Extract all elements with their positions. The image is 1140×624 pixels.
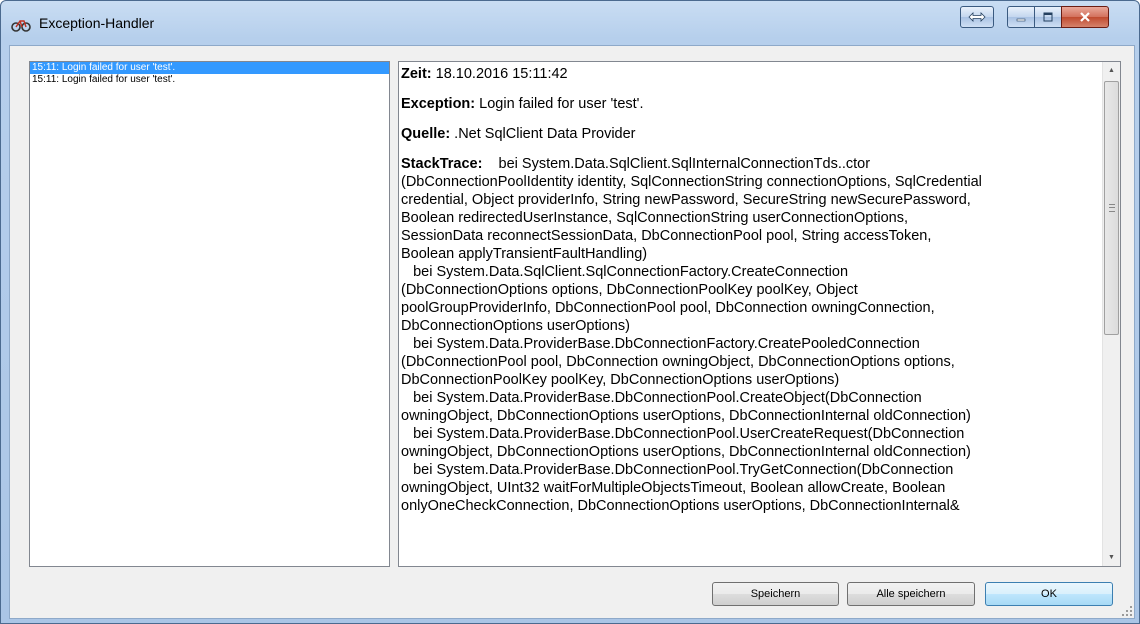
window-title: Exception-Handler — [39, 15, 155, 31]
stacktrace-line: owningObject, DbConnectionOptions userOp… — [401, 408, 971, 424]
save-all-button[interactable]: Alle speichern — [847, 582, 975, 606]
stacktrace-line: poolGroupProviderInfo, DbConnectionPool … — [401, 300, 935, 316]
list-item[interactable]: 15:11: Login failed for user 'test'. — [30, 62, 389, 74]
minimize-button[interactable] — [1007, 6, 1035, 28]
zeit-label: Zeit: — [401, 66, 432, 82]
maximize-button[interactable] — [1034, 6, 1062, 28]
exception-handler-window: Exception-Handler 15:11: Login failed fo… — [0, 0, 1140, 624]
save-button[interactable]: Speichern — [712, 582, 839, 606]
maximize-icon — [1043, 12, 1053, 22]
stacktrace-line: (DbConnectionPool pool, DbConnection own… — [401, 354, 955, 370]
exception-label: Exception: — [401, 96, 476, 112]
bicycle-app-icon — [11, 20, 31, 32]
quelle-row: Quelle: .Net SqlClient Data Provider — [401, 125, 1099, 143]
stacktrace-line: (DbConnectionPoolIdentity identity, SqlC… — [401, 174, 982, 190]
stacktrace-line: bei System.Data.SqlClient.SqlConnectionF… — [401, 264, 849, 280]
exception-value: Login failed for user 'test'. — [475, 96, 644, 112]
exception-list[interactable]: 15:11: Login failed for user 'test'. 15:… — [29, 61, 390, 567]
stacktrace-line: SessionData reconnectSessionData, DbConn… — [401, 228, 932, 244]
stacktrace-line: owningObject, DbConnectionOptions userOp… — [401, 444, 971, 460]
minimize-icon — [1016, 18, 1026, 22]
stacktrace-line: DbConnectionPoolKey poolKey, DbConnectio… — [401, 372, 840, 388]
grip-icon — [1108, 204, 1115, 212]
stacktrace-line: StackTrace: bei System.Data.SqlClient.Sq… — [401, 155, 1099, 173]
exception-detail-content: Zeit: 18.10.2016 15:11:42 Exception: Log… — [401, 65, 1099, 527]
stacktrace-label: StackTrace: — [401, 156, 483, 172]
stacktrace-line: bei System.Data.ProviderBase.DbConnectio… — [401, 336, 920, 352]
close-icon — [1080, 12, 1090, 22]
stacktrace-line: bei System.Data.ProviderBase.DbConnectio… — [401, 390, 922, 406]
stacktrace-line: (DbConnectionOptions options, DbConnecti… — [401, 282, 858, 298]
list-item[interactable]: 15:11: Login failed for user 'test'. — [30, 74, 389, 86]
stacktrace-line: bei System.Data.ProviderBase.DbConnectio… — [401, 462, 954, 478]
stacktrace-text: bei System.Data.SqlClient.SqlInternalCon… — [482, 156, 871, 172]
stacktrace-block: StackTrace: bei System.Data.SqlClient.Sq… — [401, 155, 1099, 515]
restore-button[interactable] — [960, 6, 994, 28]
dialog-body: 15:11: Login failed for user 'test'. 15:… — [9, 45, 1135, 619]
stacktrace-line: Boolean applyTransientFaultHandling) — [401, 246, 648, 262]
exception-row: Exception: Login failed for user 'test'. — [401, 95, 1099, 113]
scroll-down-arrow-icon[interactable]: ▼ — [1103, 549, 1120, 566]
scroll-up-arrow-icon[interactable]: ▲ — [1103, 62, 1120, 79]
quelle-value: .Net SqlClient Data Provider — [450, 126, 636, 142]
stacktrace-line: Boolean redirectedUserInstance, SqlConne… — [401, 210, 908, 226]
quelle-label: Quelle: — [401, 126, 451, 142]
scroll-thumb[interactable] — [1104, 81, 1119, 335]
stacktrace-line: bei System.Data.ProviderBase.DbConnectio… — [401, 426, 965, 442]
resize-grip-icon[interactable] — [1122, 606, 1132, 616]
close-button[interactable] — [1061, 6, 1109, 28]
double-arrow-icon — [968, 12, 986, 22]
vertical-scrollbar[interactable]: ▲ ▼ — [1102, 62, 1120, 566]
zeit-value: 18.10.2016 15:11:42 — [431, 66, 568, 82]
zeit-row: Zeit: 18.10.2016 15:11:42 — [401, 65, 1099, 83]
title-bar[interactable]: Exception-Handler — [1, 1, 1139, 45]
stacktrace-line: DbConnectionOptions userOptions) — [401, 318, 630, 334]
ok-button[interactable]: OK — [985, 582, 1113, 606]
stacktrace-line: owningObject, UInt32 waitForMultipleObje… — [401, 480, 946, 496]
stacktrace-line: credential, Object providerInfo, String … — [401, 192, 971, 208]
exception-detail-textbox[interactable]: Zeit: 18.10.2016 15:11:42 Exception: Log… — [398, 61, 1121, 567]
stacktrace-line: onlyOneCheckConnection, DbConnectionOpti… — [401, 498, 960, 514]
